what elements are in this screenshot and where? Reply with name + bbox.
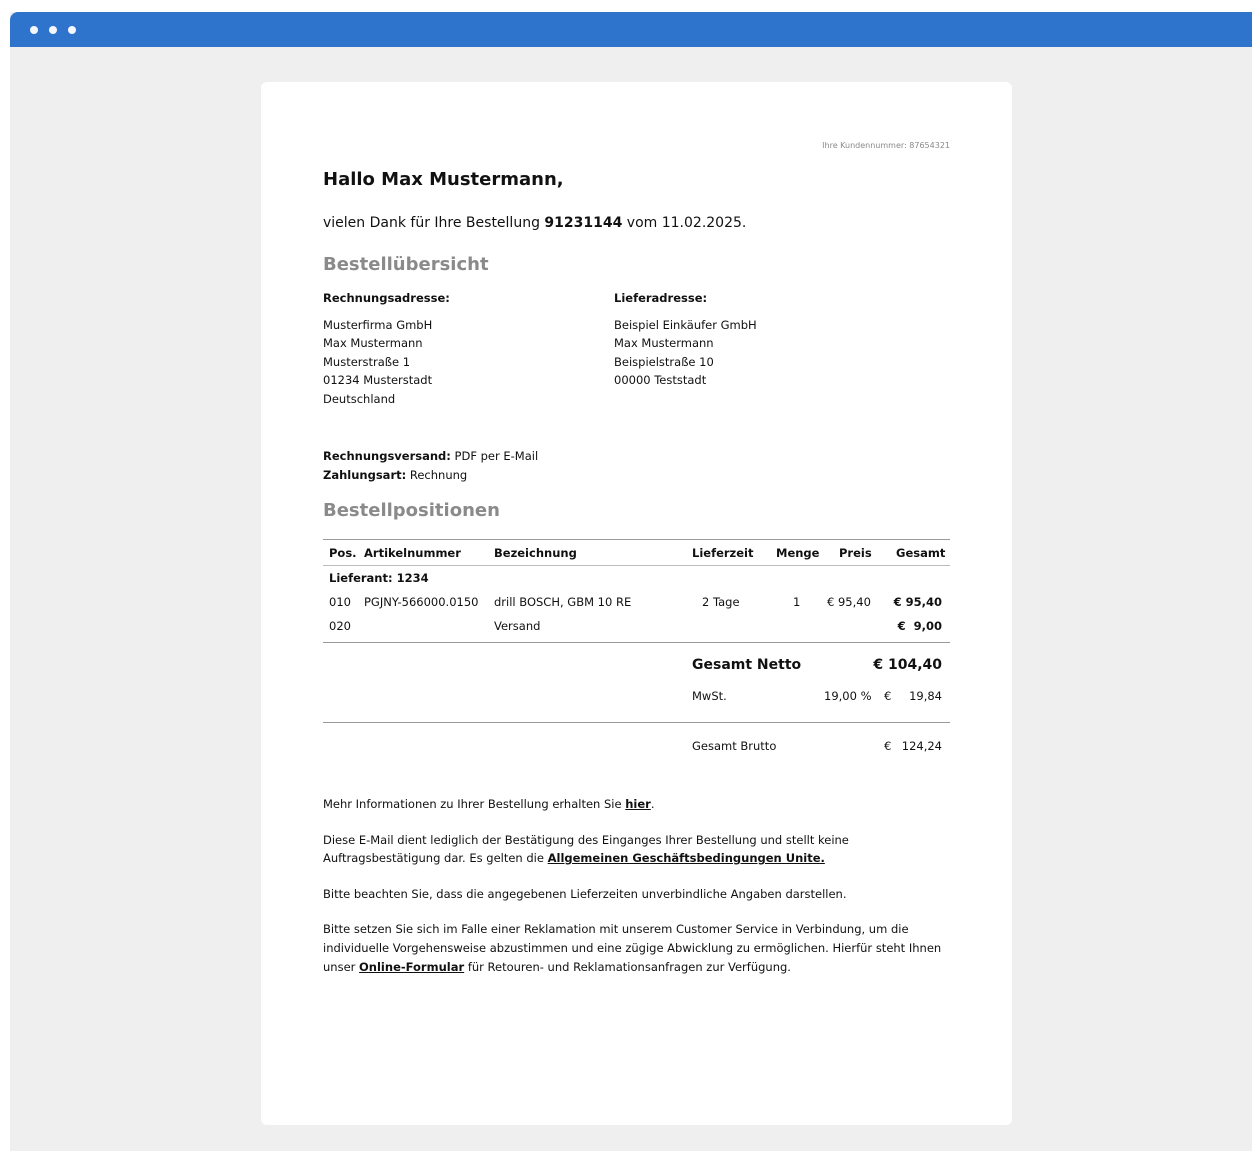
- table-items-divider: [323, 642, 950, 643]
- complaint-line: unser: [323, 959, 356, 974]
- table-header-divider: [323, 565, 950, 566]
- email-footer: Mehr Informationen zu Ihrer Bestellung e…: [323, 795, 950, 993]
- row-description: drill BOSCH, GBM 10 RE: [494, 595, 632, 609]
- shipping-address-line: Max Mustermann: [614, 336, 714, 351]
- supplier-row: Lieferant: 1234: [329, 571, 429, 585]
- shipping-address-line: Beispiel Einkäufer GmbH: [614, 317, 757, 332]
- window-titlebar: [10, 12, 1252, 47]
- thanks-line: vielen Dank für Ihre Bestellung 91231144…: [323, 215, 746, 231]
- payment-method: Zahlungsart: Rechnung: [323, 466, 538, 485]
- row-total: € 95,40: [893, 595, 942, 609]
- thanks-prefix: vielen Dank für Ihre Bestellung: [323, 215, 540, 231]
- column-header-delivery-time: Lieferzeit: [692, 546, 754, 560]
- window-control-dot-icon[interactable]: [49, 26, 57, 34]
- row-quantity: 1: [793, 595, 801, 609]
- overview-heading: Bestellübersicht: [323, 254, 489, 275]
- gross-total-label: Gesamt Brutto: [692, 739, 777, 753]
- info-text: Mehr Informationen zu Ihrer Bestellung e…: [323, 797, 622, 811]
- invoice-delivery: Rechnungsversand: PDF per E-Mail: [323, 447, 538, 466]
- order-meta: Rechnungsversand: PDF per E-Mail Zahlung…: [323, 447, 538, 484]
- row-pos: 020: [329, 619, 351, 633]
- vat-value: 19,84: [909, 689, 942, 703]
- complaint-paragraph: Bitte setzen Sie sich im Falle einer Rek…: [323, 920, 950, 976]
- confirmation-paragraph: Diese E-Mail dient lediglich der Bestäti…: [323, 831, 950, 868]
- shipping-address-label: Lieferadresse:: [614, 291, 708, 305]
- info-paragraph: Mehr Informationen zu Ihrer Bestellung e…: [323, 795, 950, 814]
- shipping-address-line: Beispielstraße 10: [614, 354, 714, 369]
- vat-currency: €: [884, 689, 892, 703]
- shipping-address-line: 00000 Teststadt: [614, 373, 707, 388]
- billing-address-line: Musterstraße 1: [323, 354, 411, 369]
- table-totals-divider: [323, 722, 950, 723]
- invoice-delivery-value: PDF per E-Mail: [454, 449, 539, 463]
- gross-currency: €: [884, 739, 892, 753]
- billing-address-label: Rechnungsadresse:: [323, 291, 450, 305]
- column-header-pos: Pos.: [329, 546, 357, 560]
- order-number: 91231144: [544, 215, 623, 231]
- row-delivery-time: 2 Tage: [702, 595, 740, 609]
- row-pos: 010: [329, 595, 351, 609]
- vat-rate: 19,00 %: [824, 689, 872, 703]
- billing-address-line: Deutschland: [323, 391, 396, 406]
- confirmation-line: Auftragsbestätigung dar. Es gelten die: [323, 851, 544, 866]
- row-total: € 9,00: [897, 619, 942, 633]
- billing-address: Rechnungsadresse: Musterfirma GmbH Max M…: [323, 289, 450, 409]
- payment-method-value: Rechnung: [409, 467, 468, 482]
- vat-label: MwSt.: [692, 689, 727, 703]
- browser-window: Ihre Kundennummer: 87654321 Hallo Max Mu…: [10, 12, 1252, 1151]
- billing-address-line: Musterfirma GmbH: [323, 317, 433, 332]
- complaint-line: Bitte setzen Sie sich im Falle einer Rek…: [323, 922, 909, 937]
- table-top-divider: [323, 539, 950, 540]
- net-total-value: € 104,40: [873, 657, 942, 673]
- window-control-dot-icon[interactable]: [30, 26, 38, 34]
- greeting-heading: Hallo Max Mustermann,: [323, 169, 564, 190]
- billing-address-line: Max Mustermann: [323, 336, 423, 351]
- gross-total-value: 124,24: [901, 739, 942, 753]
- row-article: PGJNY-566000.0150: [364, 595, 479, 609]
- window-control-dot-icon[interactable]: [68, 26, 76, 34]
- complaint-line: individuelle Vorgehensweise abzustimmen …: [323, 940, 942, 955]
- info-here-link[interactable]: hier: [625, 797, 651, 811]
- payment-method-label: Zahlungsart:: [323, 467, 407, 482]
- net-total-label: Gesamt Netto: [692, 657, 802, 673]
- thanks-suffix: vom 11.02.2025.: [626, 215, 747, 231]
- column-header-quantity: Menge: [776, 546, 820, 560]
- row-price: € 95,40: [827, 595, 871, 609]
- row-description: Versand: [494, 619, 541, 633]
- complaint-line: für Retouren- und Reklamationsanfragen z…: [467, 959, 791, 974]
- positions-heading: Bestellpositionen: [323, 500, 500, 521]
- column-header-article: Artikelnummer: [364, 546, 461, 560]
- email-document: Ihre Kundennummer: 87654321 Hallo Max Mu…: [261, 82, 1012, 1125]
- column-header-total: Gesamt: [896, 546, 946, 560]
- customer-number: Ihre Kundennummer: 87654321: [822, 141, 950, 150]
- column-header-price: Preis: [839, 546, 872, 560]
- confirmation-line: Diese E-Mail dient lediglich der Bestäti…: [323, 832, 849, 847]
- online-form-link[interactable]: Online-Formular: [359, 960, 464, 974]
- column-header-description: Bezeichnung: [494, 546, 577, 560]
- terms-link[interactable]: Allgemeinen Geschäftsbedingungen Unite.: [548, 851, 825, 865]
- shipping-address: Lieferadresse: Beispiel Einkäufer GmbH M…: [614, 289, 757, 390]
- billing-address-line: 01234 Musterstadt: [323, 373, 433, 388]
- delivery-note-paragraph: Bitte beachten Sie, dass die angegebenen…: [323, 886, 847, 901]
- info-suffix: .: [650, 797, 655, 811]
- invoice-delivery-label: Rechnungsversand:: [323, 449, 451, 463]
